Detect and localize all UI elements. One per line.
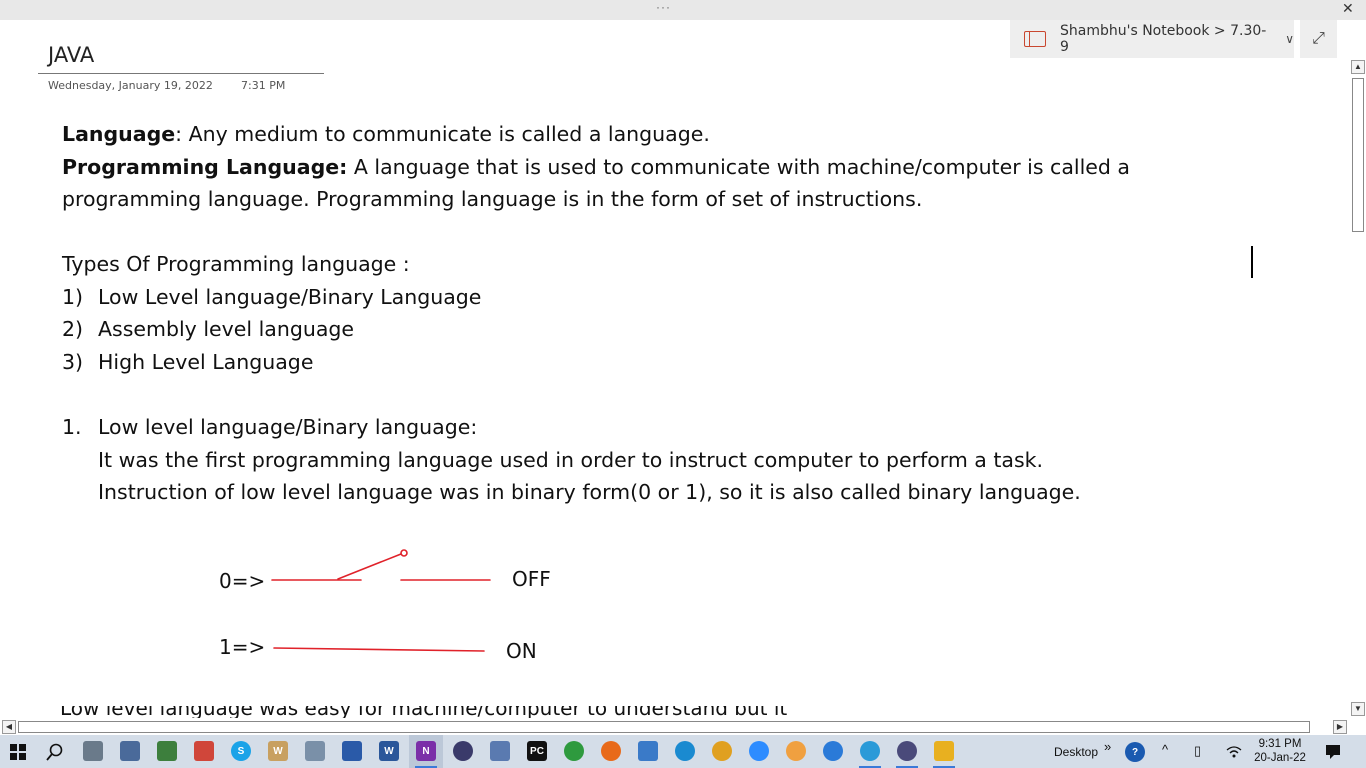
- vertical-scrollbar[interactable]: ▲ ▼: [1350, 60, 1366, 718]
- vertical-scroll-thumb[interactable]: [1352, 78, 1364, 232]
- chevron-up-icon[interactable]: ^: [1162, 742, 1168, 757]
- notifications-icon[interactable]: [1325, 744, 1341, 760]
- taskbar: S W W N PC Desktop » ? ^ ▯: [0, 735, 1366, 768]
- scroll-left-icon[interactable]: ◀: [2, 720, 16, 734]
- scroll-right-icon[interactable]: ▶: [1333, 720, 1347, 734]
- skype-icon[interactable]: S: [231, 741, 251, 761]
- keyboard-icon[interactable]: [120, 741, 140, 761]
- chrome-icon[interactable]: [712, 741, 732, 761]
- scroll-up-icon[interactable]: ▲: [1351, 60, 1365, 74]
- cut-off-text: Low level language was easy for machine/…: [60, 706, 788, 718]
- remote-desktop-icon[interactable]: [638, 741, 658, 761]
- clock-date: 20-Jan-22: [1254, 752, 1306, 764]
- eclipse-2-icon[interactable]: [897, 741, 917, 761]
- wifi-icon[interactable]: [1226, 745, 1242, 759]
- windows-start-icon[interactable]: [10, 744, 26, 760]
- search-icon[interactable]: [46, 743, 64, 761]
- notes-icon[interactable]: [305, 741, 325, 761]
- file-explorer-icon[interactable]: [934, 741, 954, 761]
- device-icon[interactable]: ▯: [1194, 743, 1201, 759]
- wps-icon[interactable]: [860, 741, 880, 761]
- snowflake-icon[interactable]: [823, 741, 843, 761]
- onenote-icon[interactable]: N: [416, 741, 436, 761]
- firefox-icon[interactable]: [601, 741, 621, 761]
- clock-time: 9:31 PM: [1258, 738, 1302, 750]
- eclipse-icon[interactable]: [453, 741, 473, 761]
- horizontal-scrollbar[interactable]: ◀ ▶: [0, 719, 1366, 735]
- paint-net-icon[interactable]: [490, 741, 510, 761]
- switch-drawing[interactable]: [0, 0, 1366, 768]
- cut-off-paragraph: Low level language was easy for machine/…: [60, 706, 787, 718]
- paint-icon[interactable]: [194, 741, 214, 761]
- zoom-icon[interactable]: [749, 741, 769, 761]
- notepad-icon[interactable]: [157, 741, 177, 761]
- desktop-toolbar-label[interactable]: Desktop: [1054, 745, 1098, 759]
- help-icon[interactable]: ?: [1125, 742, 1145, 762]
- app-orange-icon[interactable]: [786, 741, 806, 761]
- closed-switch-wire: [273, 647, 485, 652]
- scroll-down-icon[interactable]: ▼: [1351, 702, 1365, 716]
- word-icon[interactable]: W: [379, 741, 399, 761]
- toolbar-overflow-icon[interactable]: »: [1104, 739, 1111, 754]
- open-switch-contact: [400, 549, 408, 557]
- app-icon[interactable]: [342, 741, 362, 761]
- open-switch-blade: [337, 553, 402, 580]
- sync-icon[interactable]: [564, 741, 584, 761]
- edge-icon[interactable]: [675, 741, 695, 761]
- wordpad-icon[interactable]: W: [268, 741, 288, 761]
- calculator-icon[interactable]: [83, 741, 103, 761]
- pycharm-icon[interactable]: PC: [527, 741, 547, 761]
- horizontal-scroll-thumb[interactable]: [18, 721, 1310, 733]
- taskbar-clock[interactable]: 9:31 PM 20-Jan-22: [1248, 737, 1312, 765]
